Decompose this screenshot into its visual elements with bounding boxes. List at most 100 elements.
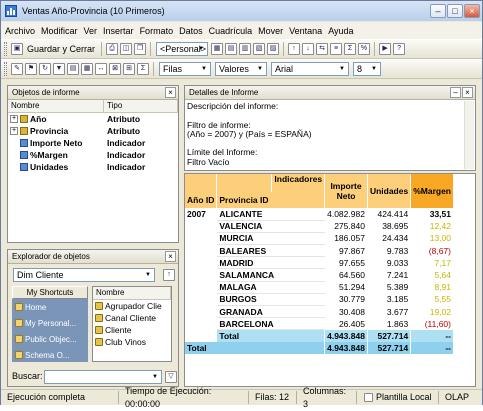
font-combo[interactable]: Arial ▼ [271,62,349,76]
sort-desc-icon[interactable]: ↓ [302,43,315,55]
subtotal-icon[interactable]: Σ [137,63,149,75]
menu-ver[interactable]: Ver [84,26,98,36]
object-row[interactable]: Unidades Indicador [8,161,178,173]
menu-cuadrícula[interactable]: Cuadrícula [209,26,253,36]
list-name-header[interactable]: Nombre [93,287,171,299]
col-name-header[interactable]: Nombre [8,100,104,112]
toolbar-grip[interactable] [4,42,7,56]
folder-up-icon[interactable]: ↑ [163,269,175,281]
rows-combo[interactable]: Filas ▼ [159,62,211,76]
run-icon[interactable]: ▶ [379,43,392,55]
copy-icon[interactable]: ❐ [134,43,147,55]
unidades-cell: 5.389 [367,281,412,294]
expand-icon[interactable]: + [10,115,18,123]
object-row[interactable]: + Año Atributo [8,113,178,125]
list-item[interactable]: Agrupador Clie [93,300,171,312]
menu-formato[interactable]: Formato [140,26,174,36]
object-row[interactable]: %Margen Indicador [8,149,178,161]
search-input[interactable]: ▼ [44,370,162,384]
menu-modificar[interactable]: Modificar [41,26,78,36]
explorer-object-list: Nombre Agrupador Clie Canal Cliente Client… [92,286,172,362]
chevron-down-icon: ▼ [339,66,345,72]
merge-icon[interactable]: ⊞ [123,63,135,75]
threshold-icon[interactable]: ≡ [330,43,343,55]
importe-header[interactable]: Importe Neto [324,174,368,208]
year-cell [185,232,218,245]
list-item[interactable]: Club Vinos [93,336,171,348]
menu-datos[interactable]: Datos [179,26,203,36]
close-icon[interactable]: × [165,87,176,98]
list-item[interactable]: Canal Cliente [93,312,171,324]
table-row: BALEARES 97.867 9.783 (8,67) [185,244,454,258]
graph-view-icon[interactable]: ▤ [225,43,238,55]
menu-ayuda[interactable]: Ayuda [328,26,353,36]
menu-insertar[interactable]: Insertar [103,26,134,36]
search-label: Buscar: [12,371,43,381]
unidades-header[interactable]: Unidades [367,174,412,208]
maximize-button[interactable]: □ [447,4,463,18]
percent-icon[interactable]: % [358,43,371,55]
grid-view-icon[interactable]: ▦ [211,43,224,55]
report-grid: Indicadores Importe Neto Unidades %Margen Añ… [184,173,476,387]
flag-icon[interactable]: ⚑ [25,63,37,75]
menu-archivo[interactable]: Archivo [5,26,35,36]
subtotal-label: Total [216,329,326,343]
sort-asc-icon[interactable]: ↑ [288,43,301,55]
values-combo[interactable]: Valores ▼ [215,62,267,76]
pivot-icon[interactable]: ⇆ [316,43,329,55]
expand-icon[interactable]: + [10,127,18,135]
toolbar-grip[interactable] [4,62,7,76]
details-title: Detalles de Informe [189,88,259,97]
indicators-header[interactable]: Indicadores [271,174,326,192]
minimize-button[interactable]: – [430,4,446,18]
subtotal-i-cell: 4.943.848 [324,329,368,343]
font-size-combo[interactable]: 8 ▼ [353,62,381,76]
margen-cell: 33,51 [410,208,454,221]
outline-icon[interactable]: ▤ [67,63,79,75]
edit-icon[interactable]: ✎ [11,63,23,75]
object-row[interactable]: + Provincia Atributo [8,125,178,137]
sql-view-icon[interactable]: ▧ [253,43,266,55]
margen-header[interactable]: %Margen [410,174,454,208]
year-header[interactable]: Año ID [185,192,218,208]
col-type-header[interactable]: Tipo [104,100,178,112]
objects-panel-title: Objetos de informe [12,88,80,97]
shortcut-item[interactable]: Schema O... [12,347,88,363]
attribute-icon [95,314,103,322]
totals-icon[interactable]: Σ [344,43,357,55]
menu-mover[interactable]: Mover [258,26,283,36]
shortcut-item[interactable]: Home [12,299,88,315]
province-header[interactable]: Provincia ID [216,192,326,208]
close-button[interactable]: × [464,4,480,18]
design-view-icon[interactable]: ▨ [267,43,280,55]
shortcuts-title[interactable]: My Shortcuts [12,286,88,299]
object-list-items: Agrupador Clie Canal Cliente Cliente Club V… [93,300,171,348]
lock-icon[interactable]: ⊠ [109,63,121,75]
objects-list: + Año Atributo + Provincia Atributo Importe Ne… [8,113,178,173]
object-name: Provincia [30,126,69,136]
help-icon[interactable]: ? [393,43,406,55]
explorer-folder-combo[interactable]: Dim Cliente ▼ [13,268,155,282]
details-scrollbar[interactable] [464,101,474,169]
print-icon[interactable]: ⎙ [106,43,119,55]
refresh-icon[interactable]: ↻ [39,63,51,75]
print-preview-icon[interactable]: ◫ [120,43,133,55]
grid-graph-icon[interactable]: ▥ [239,43,252,55]
filter-icon[interactable]: ▼ [53,63,65,75]
close-icon[interactable]: × [165,251,176,262]
view-combo[interactable]: <Personal> ▼ [156,42,209,56]
save-close-button[interactable]: Guardar y Cerrar [27,44,95,54]
banding-icon[interactable]: ▦ [81,63,93,75]
object-row[interactable]: Importe Neto Indicador [8,137,178,149]
attribute-icon [95,326,103,334]
shortcut-item[interactable]: Public Objec... [12,331,88,347]
menu-ventana[interactable]: Ventana [289,26,322,36]
minimize-panel-icon[interactable]: – [450,87,461,98]
margen-cell: 8,91 [410,281,454,294]
funnel-icon[interactable]: ▽ [165,371,177,383]
table-row: 2007 ALICANTE 4.082.982 424.414 33,51 [185,208,454,221]
shortcut-item[interactable]: My Personal... [12,315,88,331]
close-icon[interactable]: × [462,87,473,98]
list-item[interactable]: Cliente [93,324,171,336]
auto-fit-icon[interactable]: ↔ [95,63,107,75]
